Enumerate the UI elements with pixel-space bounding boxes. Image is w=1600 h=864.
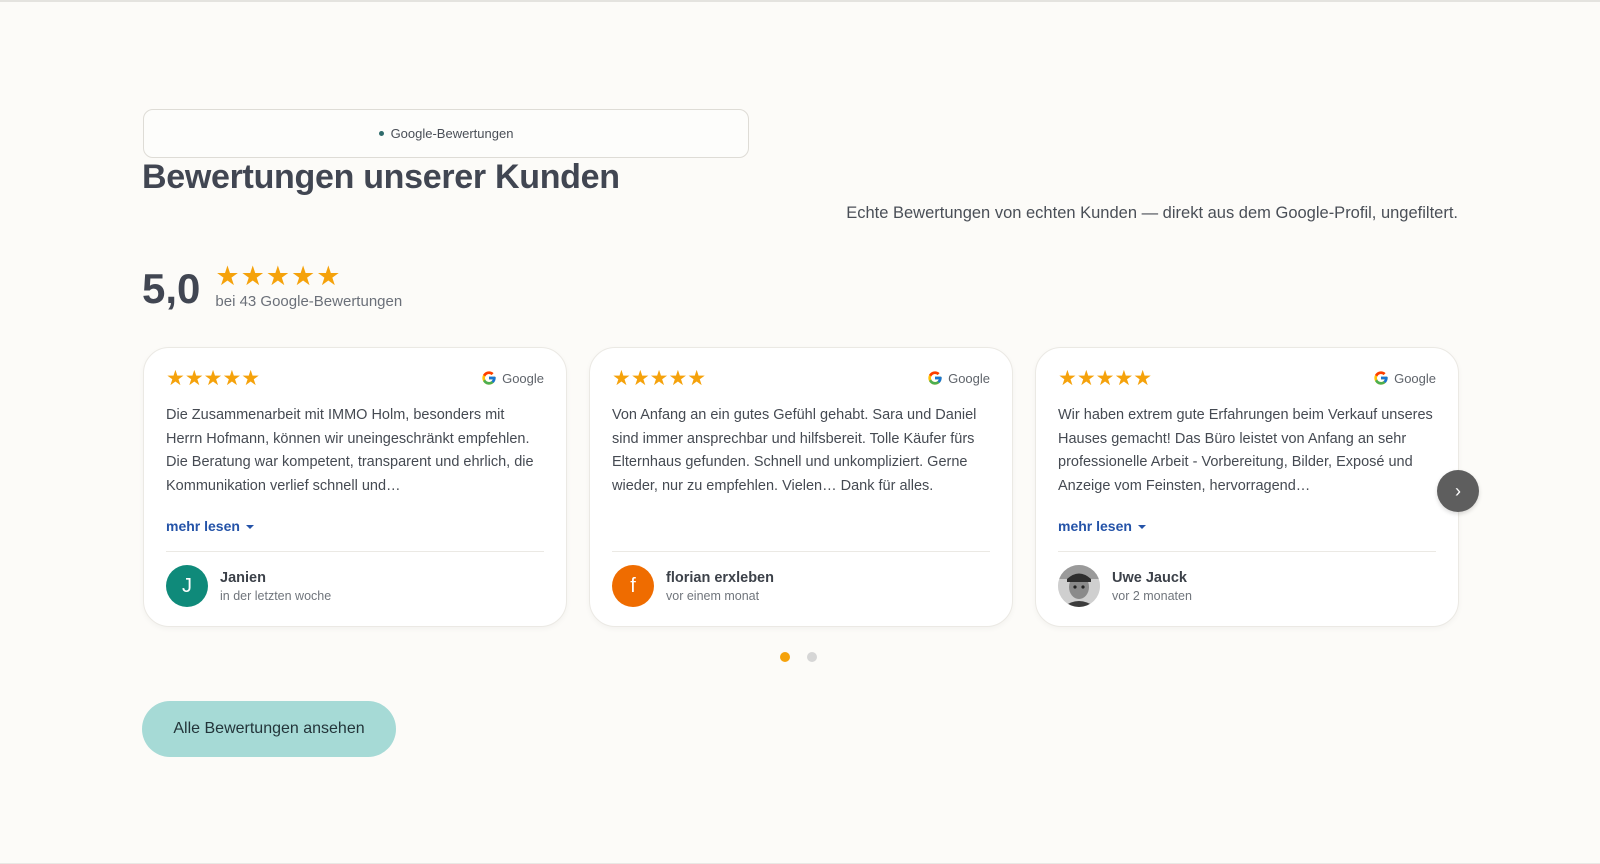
reviews-carousel: ★★★★★ Google Die Zusammenarbeit mit IMMO… bbox=[143, 347, 1459, 627]
eyebrow-label: Google-Bewertungen bbox=[390, 126, 514, 141]
caret-down-icon bbox=[1137, 524, 1146, 529]
review-author: J Janien in der letzten woche bbox=[166, 565, 331, 607]
google-logo-icon bbox=[1374, 371, 1388, 385]
review-stars-icon: ★★★★★ bbox=[612, 366, 707, 390]
page-title: Bewertungen unserer Kunden bbox=[142, 158, 620, 196]
chevron-right-icon: › bbox=[1455, 480, 1461, 501]
review-card: ★★★★★ Google Wir haben extrem gute Erfah… bbox=[1035, 347, 1459, 627]
review-text: Wir haben extrem gute Erfahrungen beim V… bbox=[1058, 407, 1433, 494]
read-more-link[interactable]: mehr lesen bbox=[166, 518, 254, 534]
card-divider bbox=[166, 551, 544, 552]
rating-summary: 5,0 ★★★★★ bei 43 Google-Bewertungen bbox=[142, 262, 402, 310]
section-eyebrow: Google-Bewertungen bbox=[143, 109, 749, 158]
review-card: ★★★★★ Google Von Anfang an ein gutes Gef… bbox=[589, 347, 1013, 627]
google-source-badge: Google bbox=[1373, 370, 1436, 386]
review-time: vor 2 monaten bbox=[1112, 588, 1192, 603]
avatar: f bbox=[612, 565, 654, 607]
all-reviews-button[interactable]: Alle Bewertungen ansehen bbox=[142, 701, 396, 757]
read-more-link[interactable]: mehr lesen bbox=[1058, 518, 1146, 534]
carousel-next-button[interactable]: › bbox=[1437, 470, 1479, 512]
review-author: Uwe Jauck vor 2 monaten bbox=[1058, 565, 1192, 607]
review-time: in der letzten woche bbox=[220, 588, 332, 603]
review-stars-icon: ★★★★★ bbox=[1058, 366, 1153, 390]
person-photo-icon bbox=[1058, 565, 1100, 607]
author-name: Janien bbox=[220, 569, 266, 586]
review-author: f florian erxleben vor einem monat bbox=[612, 565, 774, 607]
read-more-label: mehr lesen bbox=[166, 518, 240, 534]
google-label: Google bbox=[948, 370, 990, 386]
google-source-badge: Google bbox=[481, 370, 544, 386]
author-name: Uwe Jauck bbox=[1112, 569, 1187, 586]
bullet-dot-icon bbox=[378, 131, 384, 136]
avatar-photo bbox=[1058, 565, 1100, 607]
google-logo-icon bbox=[928, 371, 942, 385]
avatar: J bbox=[166, 565, 208, 607]
review-text: Die Zusammenarbeit mit IMMO Holm, besond… bbox=[166, 407, 534, 494]
review-text: Von Anfang an ein gutes Gefühl gehabt. S… bbox=[612, 407, 977, 494]
review-time: vor einem monat bbox=[666, 588, 760, 603]
google-label: Google bbox=[502, 370, 544, 386]
google-logo-icon bbox=[482, 371, 496, 385]
pagination-dot[interactable] bbox=[780, 652, 790, 662]
review-card: ★★★★★ Google Die Zusammenarbeit mit IMMO… bbox=[143, 347, 567, 627]
summary-stars-icon: ★★★★★ bbox=[215, 261, 342, 291]
card-divider bbox=[1058, 551, 1436, 552]
top-divider bbox=[0, 0, 1600, 2]
card-divider bbox=[612, 551, 990, 552]
google-source-badge: Google bbox=[927, 370, 990, 386]
google-label: Google bbox=[1394, 370, 1436, 386]
author-name: florian erxleben bbox=[666, 569, 774, 586]
review-count: bei 43 Google-Bewertungen bbox=[215, 293, 403, 310]
caret-down-icon bbox=[245, 524, 254, 529]
average-score: 5,0 bbox=[142, 265, 201, 312]
section-subtitle: Echte Bewertungen von echten Kunden — di… bbox=[846, 204, 1458, 222]
review-stars-icon: ★★★★★ bbox=[166, 366, 261, 390]
read-more-label: mehr lesen bbox=[1058, 518, 1132, 534]
carousel-pagination bbox=[780, 652, 817, 662]
pagination-dot[interactable] bbox=[807, 652, 817, 662]
